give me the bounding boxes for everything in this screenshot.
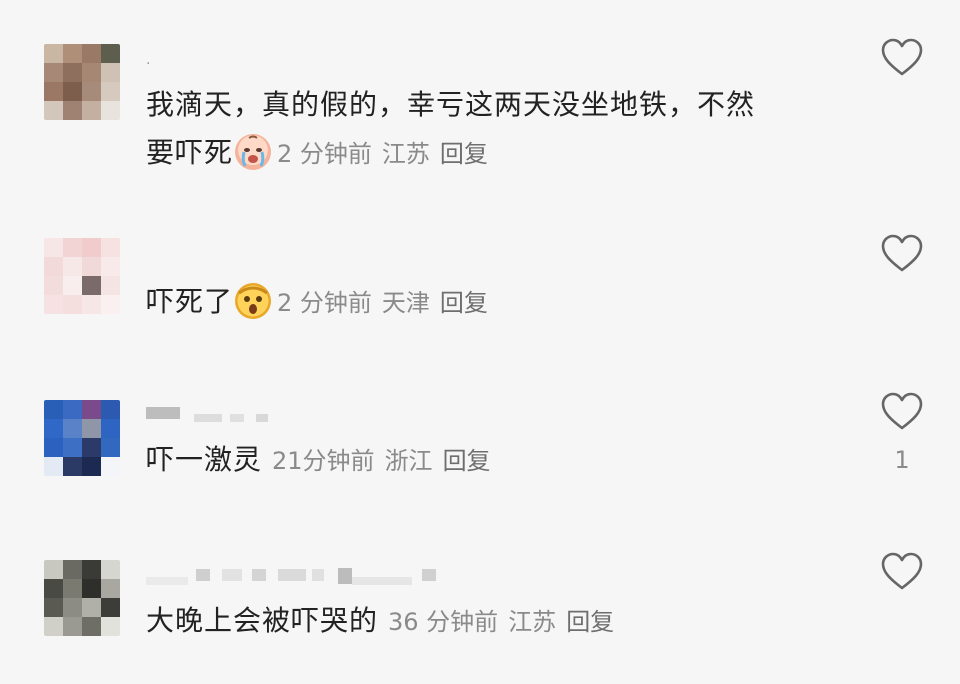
reply-button[interactable]: 回复 [443, 447, 491, 475]
username[interactable] [146, 562, 436, 588]
reply-button[interactable]: 回复 [566, 608, 614, 636]
comment-location: 江苏 [508, 608, 557, 636]
comment-text: 我滴天，真的假的，幸亏这两天没坐地铁，不然 要吓死 2 分钟前 江苏 回复 [146, 81, 846, 178]
comment-time: 2 分钟前 [277, 140, 372, 168]
username[interactable]: . [146, 52, 150, 68]
comment-location: 天津 [381, 289, 430, 317]
comment-text-line: 要吓死 [146, 136, 234, 169]
heart-outline-icon[interactable] [880, 552, 924, 592]
heart-outline-icon[interactable] [880, 392, 924, 432]
avatar[interactable] [44, 44, 120, 120]
username[interactable] [146, 400, 268, 426]
reply-button[interactable]: 回复 [440, 289, 488, 317]
avatar[interactable] [44, 400, 120, 476]
comment-text-line: 吓死了 [146, 285, 234, 318]
reply-button[interactable]: 回复 [440, 140, 488, 168]
comment-time: 2 分钟前 [277, 289, 372, 317]
heart-outline-icon[interactable] [880, 38, 924, 78]
shocked-face-emoji-icon [235, 283, 272, 319]
comment-location: 江苏 [381, 140, 430, 168]
comment-time: 36 分钟前 [388, 608, 499, 636]
comment-text: 吓一激灵 21分钟前 浙江 回复 [146, 436, 846, 485]
comment-text-line: 大晚上会被吓哭的 [146, 604, 379, 637]
comment-text: 大晚上会被吓哭的 36 分钟前 江苏 回复 [146, 597, 846, 646]
comment-text-line: 我滴天，真的假的，幸亏这两天没坐地铁，不然 [146, 88, 756, 121]
heart-outline-icon[interactable] [880, 234, 924, 274]
crying-face-emoji-icon [235, 134, 272, 170]
comment-location: 浙江 [384, 447, 433, 475]
like-count: 1 [894, 446, 910, 474]
avatar[interactable] [44, 560, 120, 636]
comment-text-line: 吓一激灵 [146, 443, 263, 476]
avatar[interactable] [44, 238, 120, 314]
comment-text: 吓死了 2 分钟前 天津 回复 [146, 278, 846, 327]
comment-time: 21分钟前 [272, 447, 375, 475]
